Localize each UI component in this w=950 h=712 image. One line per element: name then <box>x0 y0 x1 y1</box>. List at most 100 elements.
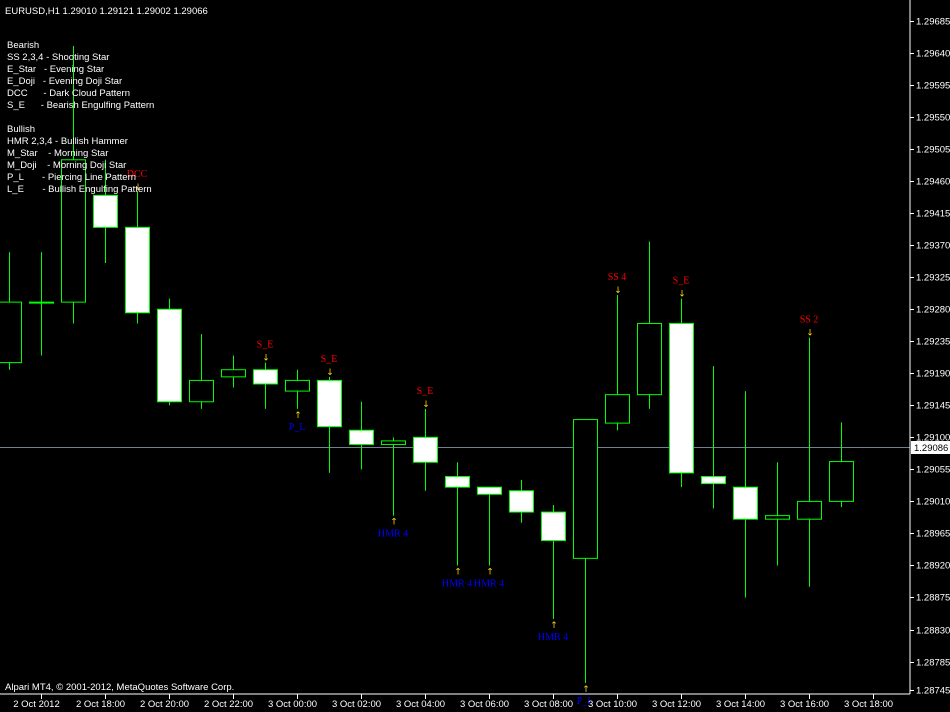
legend-bullish-item: M_Star - Morning Star <box>7 148 108 159</box>
candle-body-bull <box>765 515 790 520</box>
legend-bearish-item: E_Doji - Evening Doji Star <box>7 76 122 87</box>
candle-body-bear <box>445 475 470 488</box>
candle-body-bear <box>509 490 534 513</box>
candle-body-bear <box>413 436 438 463</box>
legend-bullish-item: L_E - Bullish Engulfing Pattern <box>7 184 152 195</box>
price-tick-label: 1.29190 <box>916 369 950 380</box>
pattern-label: HMR 4 <box>474 578 504 589</box>
pattern-label: SS 2 <box>800 315 819 326</box>
pattern-label: S_E <box>417 386 434 397</box>
candle-body-bull <box>29 301 54 304</box>
price-tick-label: 1.29145 <box>916 401 950 412</box>
price-tick-label: 1.29550 <box>916 113 950 124</box>
current-price-tag-label: 1.29086 <box>914 443 948 454</box>
candle-body-bear <box>733 486 758 520</box>
pattern-label: HMR 4 <box>442 578 472 589</box>
arrow-down-icon: ↓ <box>678 290 686 300</box>
pattern-label: S_E <box>257 340 274 351</box>
arrow-down-icon: ↓ <box>262 354 270 364</box>
price-tick-label: 1.29280 <box>916 305 950 316</box>
candle-body-bull <box>829 461 854 502</box>
arrow-up-icon: ↑ <box>294 411 302 421</box>
pattern-label: HMR 4 <box>378 529 408 540</box>
arrow-down-icon: ↓ <box>806 329 814 339</box>
pattern-label: S_E <box>673 276 690 287</box>
price-tick-label: 1.29640 <box>916 49 950 60</box>
candle-body-bear <box>701 475 726 485</box>
time-tick-label: 3 Oct 18:00 <box>844 699 893 710</box>
time-tick-label: 3 Oct 16:00 <box>780 699 829 710</box>
time-tick-label: 2 Oct 20:00 <box>140 699 189 710</box>
pattern-label: HMR 4 <box>538 632 568 643</box>
price-tick-label: 1.29460 <box>916 177 950 188</box>
candle-body-bear <box>349 429 374 445</box>
candle-body-bull <box>605 394 630 424</box>
time-tick-label: 3 Oct 12:00 <box>652 699 701 710</box>
arrow-up-icon: ↑ <box>486 567 494 577</box>
candle-body-bull <box>637 322 662 396</box>
pattern-label: S_E <box>321 354 338 365</box>
time-tick-label: 3 Oct 00:00 <box>268 699 317 710</box>
price-tick-label: 1.28920 <box>916 561 950 572</box>
time-tick-label: 3 Oct 08:00 <box>524 699 573 710</box>
candle-body-bull <box>0 301 22 364</box>
price-tick-label: 1.28875 <box>916 593 950 604</box>
candle-body-bear <box>93 194 118 228</box>
candle-body-bear <box>157 308 182 403</box>
price-tick-label: 1.28745 <box>916 686 950 697</box>
arrow-up-icon: ↑ <box>582 685 590 695</box>
candle-body-bull <box>381 440 406 445</box>
legend-bullish-title: Bullish <box>7 124 35 135</box>
pattern-label: P_L <box>289 422 306 433</box>
candle-body-bear <box>125 226 150 314</box>
price-tick-label: 1.29010 <box>916 497 950 508</box>
candle-body-bear <box>253 369 278 385</box>
price-tick-label: 1.29055 <box>916 465 950 476</box>
candle-body-bull <box>285 379 310 392</box>
candle-body-bear <box>477 486 502 495</box>
arrow-down-icon: ↓ <box>614 286 622 296</box>
time-tick-label: 3 Oct 14:00 <box>716 699 765 710</box>
legend-bearish-item: SS 2,3,4 - Shooting Star <box>7 52 109 63</box>
chart-header: EURUSD,H1 1.29010 1.29121 1.29002 1.2906… <box>5 6 208 17</box>
time-tick-label: 3 Oct 02:00 <box>332 699 381 710</box>
time-tick-label: 3 Oct 04:00 <box>396 699 445 710</box>
pattern-label: SS 4 <box>608 272 627 283</box>
copyright-label: Alpari MT4, © 2001-2012, MetaQuotes Soft… <box>5 682 234 693</box>
price-tick-label: 1.29325 <box>916 273 950 284</box>
price-tick-label: 1.29235 <box>916 337 950 348</box>
time-tick-label: 3 Oct 10:00 <box>588 699 637 710</box>
price-tick-label: 1.28830 <box>916 626 950 637</box>
price-tick-label: 1.28785 <box>916 658 950 669</box>
candle-body-bear <box>317 379 342 428</box>
legend-bullish-item: P_L - Piercing Line Pattern <box>7 172 136 183</box>
price-tick-label: 1.29370 <box>916 241 950 252</box>
price-tick-label: 1.29415 <box>916 209 950 220</box>
time-tick-label: 2 Oct 2012 <box>13 699 59 710</box>
price-tick-label: 1.29685 <box>916 17 950 28</box>
current-price-tag: 1.29086 <box>911 441 950 454</box>
candle <box>157 298 182 406</box>
time-tick-label: 2 Oct 22:00 <box>204 699 253 710</box>
time-tick-label: 3 Oct 06:00 <box>460 699 509 710</box>
candle <box>669 298 694 488</box>
candle-body-bull <box>797 500 822 520</box>
candle-body-bear <box>669 322 694 474</box>
arrow-up-icon: ↑ <box>390 518 398 528</box>
arrow-up-icon: ↑ <box>550 621 558 631</box>
candle-body-bull <box>221 369 246 378</box>
price-tick-label: 1.28965 <box>916 529 950 540</box>
arrow-down-icon: ↓ <box>326 368 334 378</box>
legend-bullish-item: HMR 2,3,4 - Bullish Hammer <box>7 136 128 147</box>
time-tick-label: 2 Oct 18:00 <box>76 699 125 710</box>
candle-body-bull <box>189 379 214 403</box>
price-chart[interactable]: ↓DCC↓S_E↑P_L↓S_E↑HMR 4↓S_E↑HMR 4↑HMR 4↑H… <box>0 0 950 712</box>
legend-bearish-item: S_E - Bearish Engulfing Pattern <box>7 100 154 111</box>
legend-bearish-item: DCC - Dark Cloud Pattern <box>7 88 130 99</box>
arrow-up-icon: ↑ <box>454 567 462 577</box>
legend-bearish-item: E_Star - Evening Star <box>7 64 104 75</box>
price-tick-label: 1.29505 <box>916 145 950 156</box>
price-tick-label: 1.29595 <box>916 81 950 92</box>
candle-body-bull <box>573 419 598 559</box>
arrow-down-icon: ↓ <box>422 400 430 410</box>
